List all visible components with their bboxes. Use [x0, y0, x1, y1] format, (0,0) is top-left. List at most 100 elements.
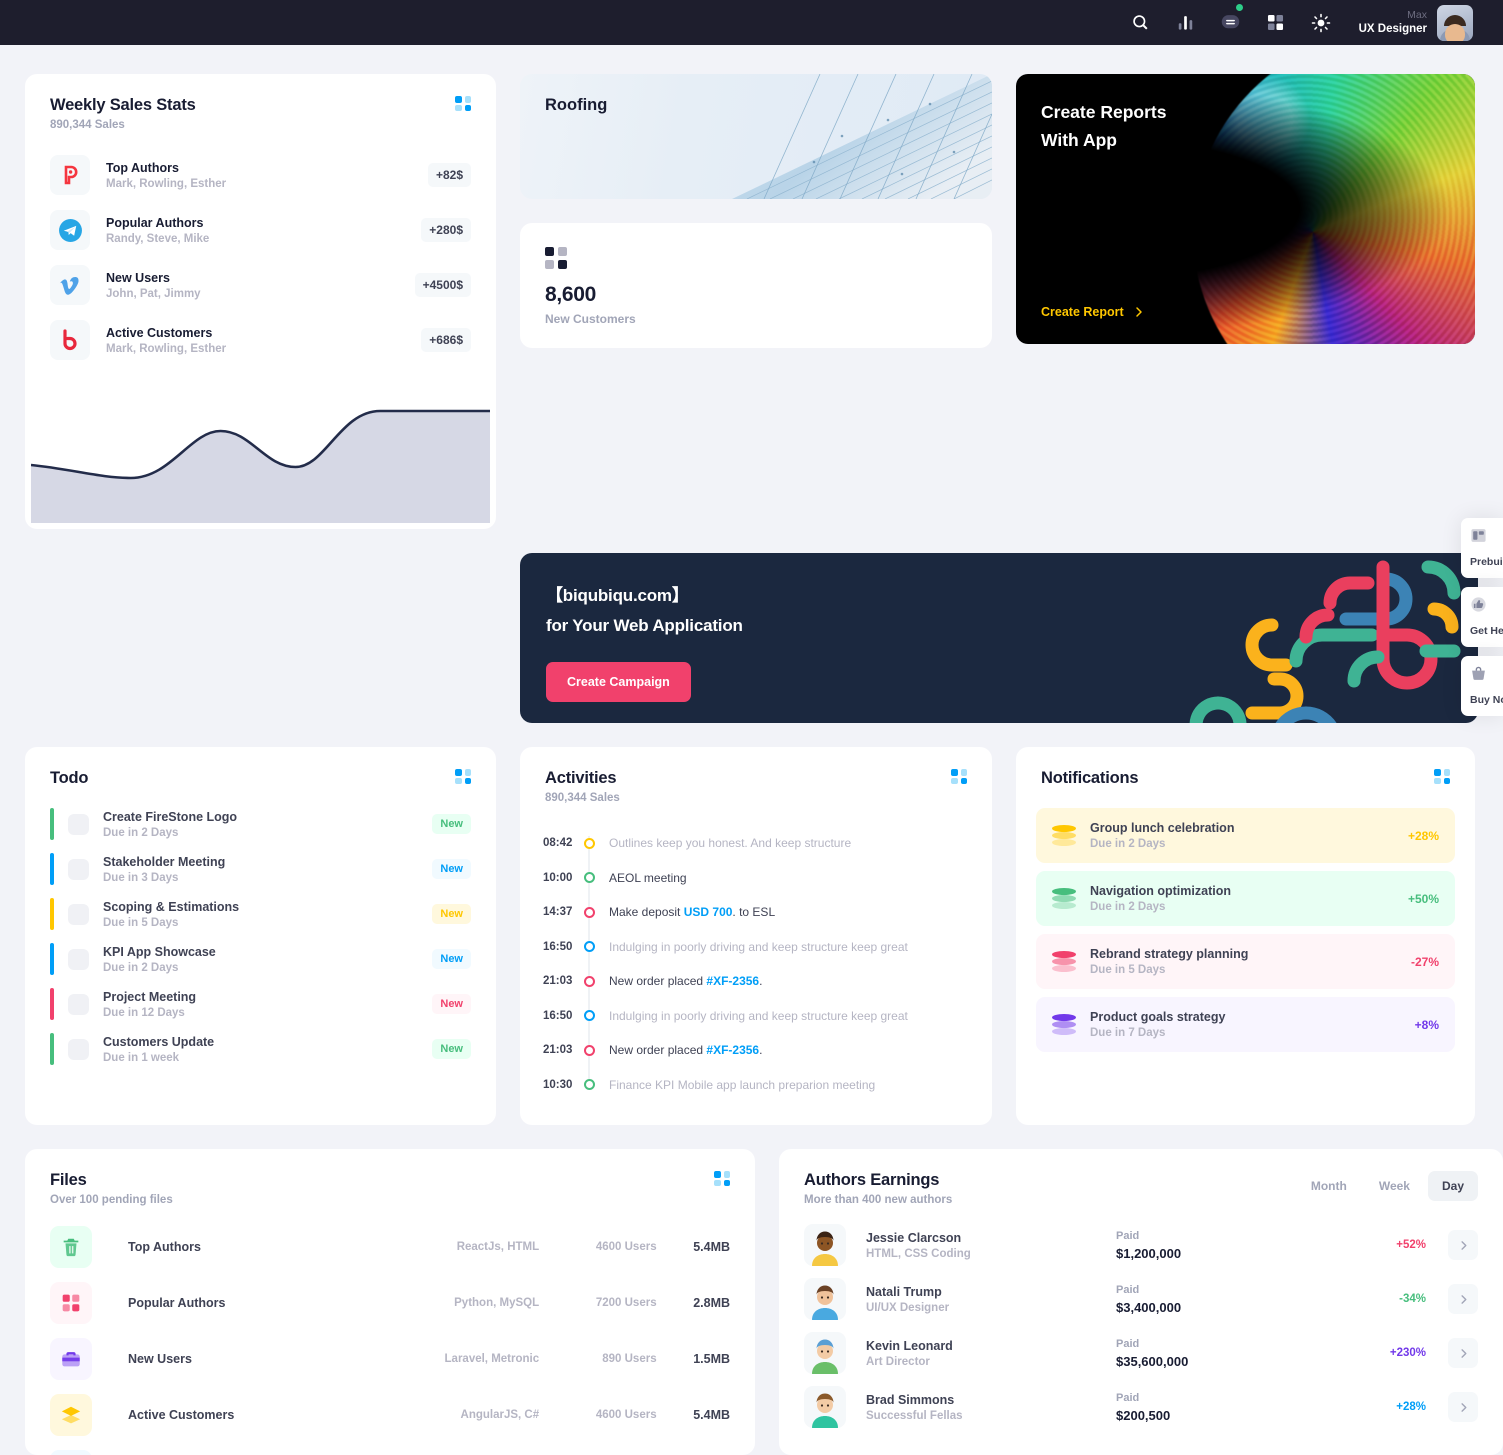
chevron-right-icon [1460, 1402, 1466, 1412]
user-menu[interactable]: Max UX Designer [1358, 4, 1473, 41]
todo-due: Due in 5 Days [103, 916, 179, 929]
campaign-line1: 【biqubiqu.com】 [546, 586, 689, 605]
notification-item[interactable]: Rebrand strategy planning Due in 5 Days -2… [1036, 934, 1455, 989]
table-row[interactable]: Natali Trump UI/UX Designer Paid $3,400,000… [804, 1278, 1478, 1320]
list-item[interactable]: New Users John, Pat, Jimmy +4500$ [50, 265, 471, 305]
table-row[interactable]: New Users Laravel, Metronic 890 Users 1.5MB [50, 1338, 730, 1380]
status-badge: New [432, 1039, 471, 1059]
table-row[interactable]: Popular Authors Python, MySQL 7200 Users 2.… [50, 1282, 730, 1324]
todo-card: Todo Create FireStone Logo Due in 2 Days N… [25, 747, 496, 1125]
card-menu-icon[interactable] [1434, 769, 1450, 784]
todo-checkbox[interactable] [68, 903, 89, 925]
file-users: 4600 Users [595, 1409, 657, 1421]
tab-day[interactable]: Day [1427, 1171, 1478, 1201]
create-campaign-button[interactable]: Create Campaign [546, 662, 691, 702]
activity-time: 16:50 [543, 940, 573, 953]
notification-item[interactable]: Navigation optimization Due in 2 Days +50% [1036, 871, 1455, 926]
todo-checkbox[interactable] [68, 993, 89, 1015]
briefcase-icon [50, 1338, 92, 1380]
avatar[interactable] [1437, 4, 1473, 41]
earnings-subtitle: More than 400 new authors [804, 1194, 953, 1206]
new-customers-card: 8,600 New Customers [520, 223, 992, 348]
activity-item: 21:03 New order placed #XF-2356. [543, 964, 967, 999]
avatar [804, 1224, 846, 1266]
table-row[interactable]: Kevin Leonard Art Director Paid $35,600,000… [804, 1332, 1478, 1374]
activity-item: 10:30 Finance KPI Mobile app launch prepa… [543, 1068, 967, 1103]
todo-due: Due in 1 week [103, 1051, 180, 1064]
activity-time: 14:37 [543, 906, 573, 919]
todo-color-bar [50, 808, 54, 840]
activity-time: 08:42 [543, 837, 573, 850]
card-menu-icon[interactable] [951, 769, 967, 784]
todo-item[interactable]: Create FireStone Logo Due in 2 Days New [50, 808, 471, 840]
row-details-button[interactable] [1448, 1392, 1478, 1422]
todo-checkbox[interactable] [68, 948, 89, 970]
todo-item[interactable]: KPI App Showcase Due in 2 Days New [50, 943, 471, 975]
file-size: 1.5MB [693, 1352, 731, 1366]
author-role: HTML, CSS Coding [866, 1247, 971, 1260]
todo-item[interactable]: Customers Update Due in 1 week New [50, 1033, 471, 1065]
create-reports-line1: Create Reports [1041, 102, 1167, 122]
notification-item[interactable]: Product goals strategy Due in 7 Days +8% [1036, 997, 1455, 1052]
chevron-right-icon [1460, 1348, 1466, 1358]
card-menu-icon[interactable] [455, 769, 471, 784]
user-role: UX Designer [1358, 22, 1427, 35]
weekly-sales-area-chart [31, 383, 490, 523]
tab-week[interactable]: Week [1365, 1171, 1424, 1201]
bebo-icon [50, 320, 90, 360]
layers-icon [1052, 824, 1076, 847]
author-name: Kevin Leonard [866, 1338, 953, 1353]
roofing-title: Roofing [545, 96, 608, 114]
paid-amount: $1,200,000 [1116, 1245, 1182, 1261]
create-reports-card[interactable]: Create Reports With App Create Report [1016, 74, 1475, 344]
stat-meta: Mark, Rowling, Esther [106, 342, 227, 355]
table-row[interactable]: Brad Simmons Successful Fellas Paid $200,50… [804, 1386, 1478, 1428]
todo-color-bar [50, 943, 54, 975]
todo-item[interactable]: Stakeholder Meeting Due in 3 Days New [50, 853, 471, 885]
list-item[interactable]: Active Customers Mark, Rowling, Esther +68… [50, 320, 471, 360]
table-row[interactable]: Active Customers AngularJS, C# 4600 Users 5… [50, 1394, 730, 1436]
stat-meta: John, Pat, Jimmy [106, 287, 201, 300]
todo-checkbox[interactable] [68, 813, 89, 835]
brightness-icon[interactable] [1308, 10, 1334, 36]
todo-name: Customers Update [103, 1034, 215, 1049]
paid-label: Paid [1116, 1283, 1140, 1296]
dock-buy-now-button[interactable]: Buy Now [1461, 656, 1503, 716]
bar-chart-icon[interactable] [1173, 10, 1199, 36]
row-details-button[interactable] [1448, 1338, 1478, 1368]
earnings-percent: +28% [1396, 1401, 1426, 1413]
paid-label: Paid [1116, 1391, 1140, 1404]
notification-item[interactable]: Group lunch celebration Due in 2 Days +28% [1036, 808, 1455, 863]
table-row[interactable] [50, 1450, 730, 1455]
activity-text: New order placed #XF-2356. [609, 974, 763, 989]
row-details-button[interactable] [1448, 1284, 1478, 1314]
create-reports-heading: Create Reports With App [1041, 98, 1166, 154]
search-icon[interactable] [1128, 10, 1154, 36]
card-menu-icon[interactable] [714, 1171, 730, 1186]
earnings-title: Authors Earnings [804, 1171, 940, 1189]
list-item[interactable]: Top Authors Mark, Rowling, Esther +82$ [50, 155, 471, 195]
timeline-dot-icon [577, 872, 601, 884]
notification-due: Due in 2 Days [1090, 901, 1166, 913]
create-report-link[interactable]: Create Report [1041, 305, 1145, 319]
activity-time: 21:03 [543, 975, 573, 988]
table-row[interactable]: Jessie Clarcson HTML, CSS Coding Paid $1,20… [804, 1224, 1478, 1266]
chat-icon[interactable] [1218, 3, 1244, 36]
roofing-card[interactable]: Roofing [520, 74, 992, 199]
card-menu-icon[interactable] [455, 96, 471, 111]
tab-month[interactable]: Month [1297, 1171, 1361, 1201]
dock-get-help-button[interactable]: Get Help [1461, 587, 1503, 647]
activity-text: AEOL meeting [609, 870, 687, 885]
table-row[interactable]: Top Authors ReactJs, HTML 4600 Users 5.4MB [50, 1226, 730, 1268]
row-details-button[interactable] [1448, 1230, 1478, 1260]
dock-prebuilt-button[interactable]: Prebuilt [1461, 518, 1503, 578]
notification-name: Group lunch celebration [1090, 821, 1235, 835]
todo-checkbox[interactable] [68, 1038, 89, 1060]
earnings-period-tabs: Month Week Day [1297, 1171, 1478, 1201]
list-item[interactable]: Popular Authors Randy, Steve, Mike +280$ [50, 210, 471, 250]
todo-item[interactable]: Scoping & Estimations Due in 5 Days New [50, 898, 471, 930]
todo-item[interactable]: Project Meeting Due in 12 Days New [50, 988, 471, 1020]
file-users: 7200 Users [595, 1297, 657, 1309]
todo-checkbox[interactable] [68, 858, 89, 880]
grid-icon[interactable] [1263, 10, 1289, 36]
